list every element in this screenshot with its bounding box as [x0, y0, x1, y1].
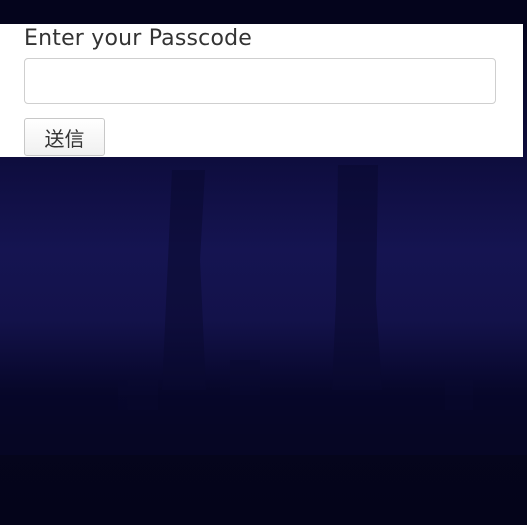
passcode-panel: Enter your Passcode 送信 — [0, 24, 523, 157]
passcode-label: Enter your Passcode — [24, 26, 253, 51]
passcode-input[interactable] — [24, 58, 496, 104]
submit-button[interactable]: 送信 — [24, 118, 105, 156]
